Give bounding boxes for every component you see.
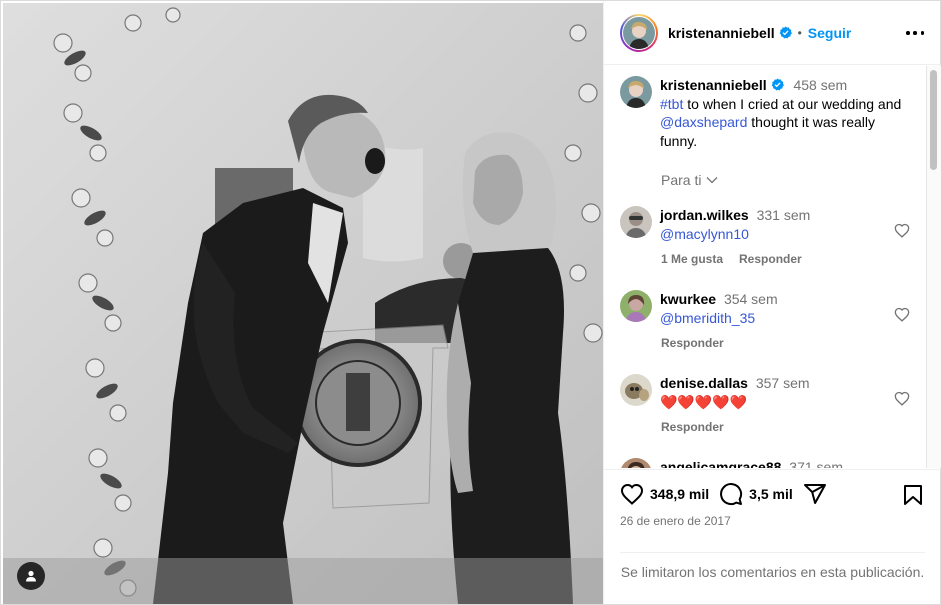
- reply-button[interactable]: Responder: [739, 252, 802, 266]
- comment-timestamp[interactable]: 354 sem: [724, 291, 778, 307]
- post-photo[interactable]: [3, 3, 603, 604]
- comment-item: jordan.wilkes 331 sem @macylynn10 1 Me g…: [620, 206, 910, 266]
- caption-username[interactable]: kristenanniebell: [660, 77, 767, 93]
- comment-username[interactable]: kwurkee: [660, 291, 716, 307]
- author-avatar: [623, 16, 655, 49]
- more-options-icon[interactable]: [903, 23, 927, 43]
- verified-badge-icon: [771, 78, 784, 91]
- comment-like-count[interactable]: 1 Me gusta: [661, 252, 723, 266]
- heart-icon[interactable]: [894, 223, 910, 238]
- post-caption: kristenanniebell 458 sem #tbt to when I …: [620, 76, 910, 150]
- follow-button[interactable]: Seguir: [808, 25, 852, 41]
- commenter-avatar[interactable]: [620, 206, 652, 238]
- post-side-panel: kristenanniebell • Seguir kristenanniebe…: [603, 1, 941, 604]
- post-header: kristenanniebell • Seguir: [604, 1, 941, 65]
- comment-username[interactable]: jordan.wilkes: [660, 207, 749, 223]
- caption-hashtag[interactable]: #tbt: [660, 96, 683, 112]
- verified-badge-icon: [779, 26, 792, 39]
- commenter-avatar[interactable]: [620, 374, 652, 406]
- comment-item: kwurkee 354 sem @bmeridith_35 Responder: [620, 290, 910, 350]
- comment-username[interactable]: denise.dallas: [660, 375, 748, 391]
- comment-count[interactable]: 3,5 mil: [749, 486, 793, 502]
- comment-timestamp[interactable]: 357 sem: [756, 375, 810, 391]
- comment-item: denise.dallas 357 sem ❤️❤️❤️❤️❤️ Respond…: [620, 374, 910, 434]
- share-icon[interactable]: [803, 482, 827, 506]
- caption-mention[interactable]: @daxshepard: [660, 114, 747, 130]
- scrollbar-thumb[interactable]: [930, 70, 937, 170]
- comments-scrollbar[interactable]: [926, 66, 941, 468]
- comment-filter-label: Para ti: [661, 172, 702, 188]
- comment-filter-dropdown[interactable]: Para ti: [661, 172, 718, 188]
- reply-button[interactable]: Responder: [661, 420, 724, 434]
- author-avatar-story-ring[interactable]: [620, 13, 658, 52]
- user-tag-icon: [26, 570, 36, 582]
- separator-dot: •: [797, 25, 802, 40]
- comment-text: ❤️❤️❤️❤️❤️: [660, 394, 748, 410]
- commenter-avatar[interactable]: [620, 458, 652, 468]
- comment-mention[interactable]: @bmeridith_35: [660, 310, 755, 326]
- tagged-users-button[interactable]: [17, 562, 45, 590]
- comment-icon[interactable]: [719, 482, 743, 506]
- comment-mention[interactable]: @macylynn10: [660, 226, 749, 242]
- heart-icon[interactable]: [894, 391, 910, 406]
- like-count[interactable]: 348,9 mil: [650, 486, 709, 502]
- heart-icon[interactable]: [894, 307, 910, 322]
- caption-author-avatar[interactable]: [620, 76, 652, 108]
- wedding-photo-illustration: [3, 3, 603, 604]
- comment-item: angelicamgrace88 371 sem: [620, 458, 910, 468]
- post-modal: kristenanniebell • Seguir kristenanniebe…: [0, 0, 941, 605]
- action-bar: 348,9 mil 3,5 mil: [620, 482, 827, 506]
- chevron-down-icon: [707, 177, 718, 184]
- caption-text-part-1: to when I cried at our wedding and: [683, 95, 902, 112]
- reply-button[interactable]: Responder: [661, 336, 724, 350]
- post-date[interactable]: 26 de enero de 2017: [620, 514, 731, 528]
- commenter-avatar[interactable]: [620, 290, 652, 322]
- comment-timestamp[interactable]: 371 sem: [789, 459, 843, 468]
- caption-timestamp[interactable]: 458 sem: [793, 77, 847, 93]
- author-username[interactable]: kristenanniebell: [668, 25, 775, 41]
- comments-list[interactable]: kristenanniebell 458 sem #tbt to when I …: [604, 66, 925, 468]
- comment-username[interactable]: angelicamgrace88: [660, 459, 781, 468]
- post-actions-section: 348,9 mil 3,5 mil 26 de enero de 2017 Se…: [604, 469, 941, 604]
- comment-timestamp[interactable]: 331 sem: [757, 207, 811, 223]
- comments-limited-notice: Se limitaron los comentarios en esta pub…: [620, 552, 925, 581]
- bookmark-icon[interactable]: [903, 484, 923, 506]
- heart-icon[interactable]: [620, 483, 644, 505]
